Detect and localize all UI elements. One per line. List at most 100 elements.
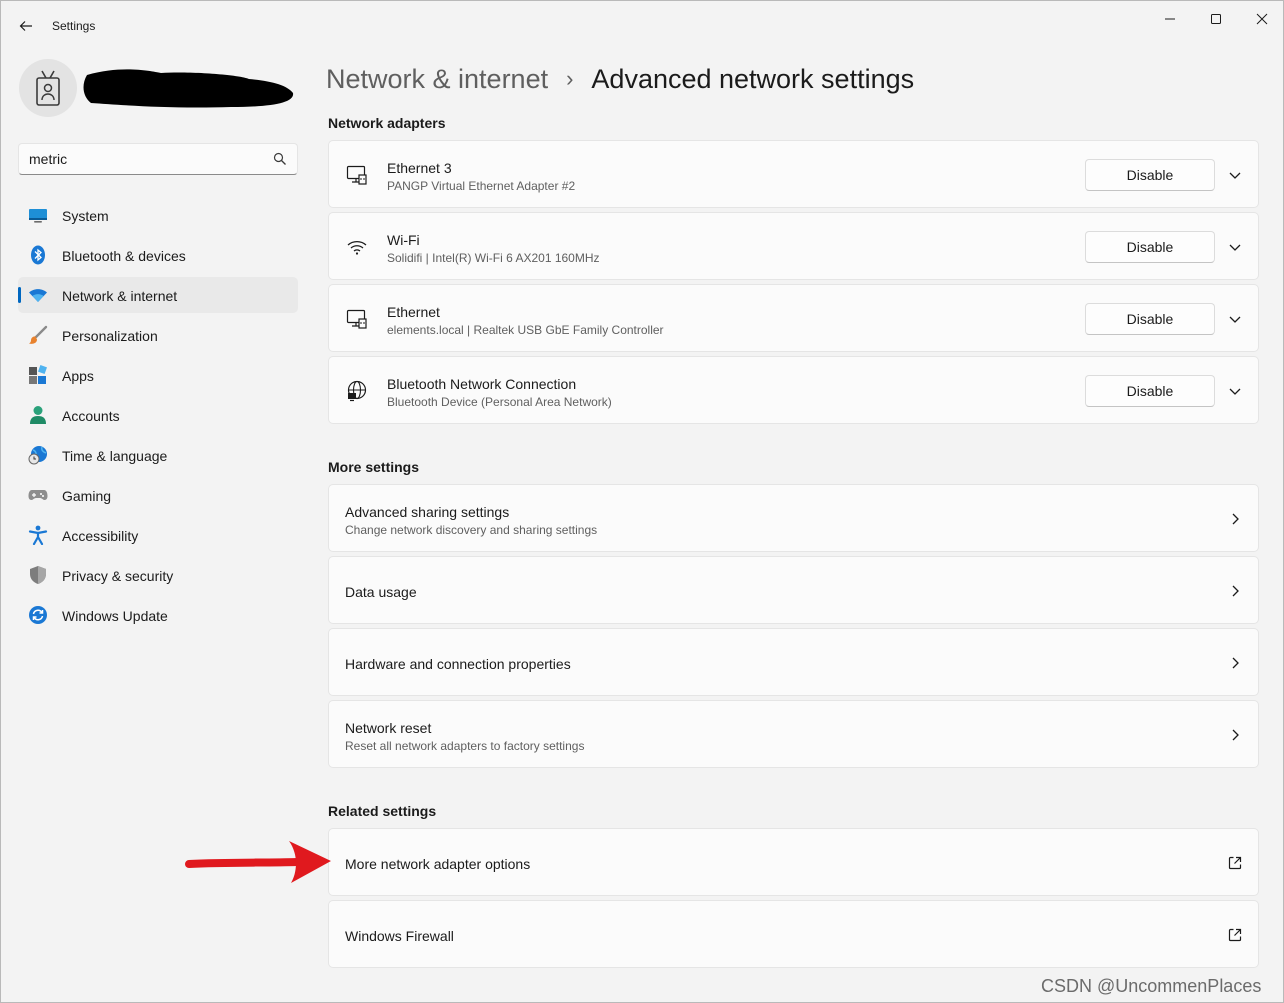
chevron-right-icon xyxy=(1232,729,1239,741)
sidebar-item-network[interactable]: Network & internet xyxy=(18,277,298,313)
apps-icon xyxy=(28,365,48,385)
app-title: Settings xyxy=(52,19,96,33)
globe-network-icon xyxy=(345,379,369,403)
adapter-name: Bluetooth Network Connection xyxy=(387,376,577,392)
section-title-network-adapters: Network adapters xyxy=(328,115,446,131)
shield-icon xyxy=(28,565,48,585)
disable-button[interactable]: Disable xyxy=(1085,231,1215,263)
close-button[interactable] xyxy=(1239,7,1284,31)
disable-button[interactable]: Disable xyxy=(1085,375,1215,407)
breadcrumb-separator: › xyxy=(566,66,574,91)
chevron-down-icon[interactable] xyxy=(1227,311,1243,327)
disable-button[interactable]: Disable xyxy=(1085,303,1215,335)
adapter-description: PANGP Virtual Ethernet Adapter #2 xyxy=(387,179,576,193)
chevron-right-icon xyxy=(1232,657,1239,669)
adapter-card-ethernet-3[interactable]: Ethernet 3 PANGP Virtual Ethernet Adapte… xyxy=(328,140,1259,208)
sidebar-item-label: Accessibility xyxy=(62,528,139,544)
badge-person-icon xyxy=(36,70,60,106)
adapter-card-ethernet[interactable]: Ethernet elements.local | Realtek USB Gb… xyxy=(328,284,1259,352)
back-arrow-icon xyxy=(19,21,32,31)
title-bar: Settings xyxy=(1,1,1283,49)
adapter-card-wifi[interactable]: Wi-Fi Solidifi | Intel(R) Wi-Fi 6 AX201 … xyxy=(328,212,1259,280)
sidebar-item-system[interactable]: System xyxy=(18,197,298,233)
breadcrumb-parent-link[interactable]: Network & internet xyxy=(326,64,548,95)
chevron-right-icon xyxy=(1232,513,1239,525)
page-title: Advanced network settings xyxy=(591,63,915,94)
adapter-description: Solidifi | Intel(R) Wi-Fi 6 AX201 160MHz xyxy=(387,251,600,265)
sidebar-item-apps[interactable]: Apps xyxy=(18,357,298,393)
setting-title: Data usage xyxy=(345,584,417,600)
adapter-name: Ethernet xyxy=(387,304,440,320)
section-title-more-settings: More settings xyxy=(328,459,420,475)
windows-firewall-link[interactable]: Windows Firewall xyxy=(328,900,1259,968)
network-reset-link[interactable]: Network reset Reset all network adapters… xyxy=(328,700,1259,768)
data-usage-link[interactable]: Data usage xyxy=(328,556,1259,624)
sidebar-item-accounts[interactable]: Accounts xyxy=(18,397,298,433)
sidebar-item-windows-update[interactable]: Windows Update xyxy=(18,597,298,633)
setting-title: Hardware and connection properties xyxy=(345,656,571,672)
brush-icon xyxy=(28,325,48,345)
sidebar-item-label: Windows Update xyxy=(62,608,168,624)
update-icon xyxy=(28,605,48,625)
setting-subtitle: Change network discovery and sharing set… xyxy=(345,523,598,537)
search-box[interactable] xyxy=(18,143,298,175)
ethernet-icon xyxy=(345,163,369,187)
setting-title: Network reset xyxy=(345,720,432,736)
minimize-icon xyxy=(1165,18,1175,20)
wifi-icon xyxy=(28,285,48,305)
accessibility-icon xyxy=(28,525,48,545)
sidebar-item-personalization[interactable]: Personalization xyxy=(18,317,298,353)
sidebar-item-privacy-security[interactable]: Privacy & security xyxy=(18,557,298,593)
setting-title: Windows Firewall xyxy=(345,928,454,944)
sidebar-item-label: Time & language xyxy=(62,448,168,464)
chevron-down-icon[interactable] xyxy=(1227,383,1243,399)
setting-subtitle: Reset all network adapters to factory se… xyxy=(345,739,585,753)
breadcrumb: Network & internet › Advanced network se… xyxy=(326,59,914,99)
gamepad-icon xyxy=(28,485,48,505)
adapter-name: Ethernet 3 xyxy=(387,160,452,176)
adapter-card-bluetooth-network[interactable]: Bluetooth Network Connection Bluetooth D… xyxy=(328,356,1259,424)
back-button[interactable] xyxy=(15,15,37,37)
chevron-down-icon[interactable] xyxy=(1227,239,1243,255)
disable-button[interactable]: Disable xyxy=(1085,159,1215,191)
hardware-connection-properties-link[interactable]: Hardware and connection properties xyxy=(328,628,1259,696)
section-title-related-settings: Related settings xyxy=(328,803,437,819)
close-icon xyxy=(1256,13,1268,25)
wifi-icon xyxy=(345,235,369,259)
ethernet-icon xyxy=(345,307,369,331)
maximize-icon xyxy=(1211,14,1221,24)
open-external-icon xyxy=(1228,928,1242,942)
open-external-icon xyxy=(1228,856,1242,870)
chevron-down-icon[interactable] xyxy=(1227,167,1243,183)
more-network-adapter-options-link[interactable]: More network adapter options xyxy=(328,828,1259,896)
setting-title: Advanced sharing settings xyxy=(345,504,510,520)
watermark: CSDN @UncommenPlaces xyxy=(1041,976,1262,996)
sidebar-item-gaming[interactable]: Gaming xyxy=(18,477,298,513)
bluetooth-icon xyxy=(28,245,48,265)
settings-window: Settings metric System Bluetooth & devic… xyxy=(0,0,1284,1003)
sidebar-item-label: Apps xyxy=(62,368,94,384)
red-annotation-arrow-icon xyxy=(185,841,331,883)
sidebar-item-label: Accounts xyxy=(62,408,120,424)
search-input[interactable] xyxy=(29,144,269,174)
sidebar-nav: System Bluetooth & devices Network & int… xyxy=(18,197,298,637)
maximize-button[interactable] xyxy=(1193,7,1239,31)
chevron-right-icon xyxy=(1232,585,1239,597)
globe-clock-icon xyxy=(28,445,48,465)
search-icon[interactable] xyxy=(273,152,287,166)
sidebar-item-label: Bluetooth & devices xyxy=(62,248,186,264)
sidebar-item-label: System xyxy=(62,208,109,224)
avatar[interactable] xyxy=(19,59,77,117)
advanced-sharing-settings-link[interactable]: Advanced sharing settings Change network… xyxy=(328,484,1259,552)
minimize-button[interactable] xyxy=(1147,7,1193,31)
sidebar-item-accessibility[interactable]: Accessibility xyxy=(18,517,298,553)
sidebar-item-label: Network & internet xyxy=(62,288,178,304)
sidebar-item-label: Privacy & security xyxy=(62,568,174,584)
setting-title: More network adapter options xyxy=(345,856,531,872)
system-icon xyxy=(28,205,48,225)
sidebar-item-bluetooth[interactable]: Bluetooth & devices xyxy=(18,237,298,273)
sidebar-item-time-language[interactable]: Time & language xyxy=(18,437,298,473)
adapter-description: elements.local | Realtek USB GbE Family … xyxy=(387,323,664,337)
sidebar-item-label: Personalization xyxy=(62,328,158,344)
redacted-username xyxy=(83,69,294,108)
